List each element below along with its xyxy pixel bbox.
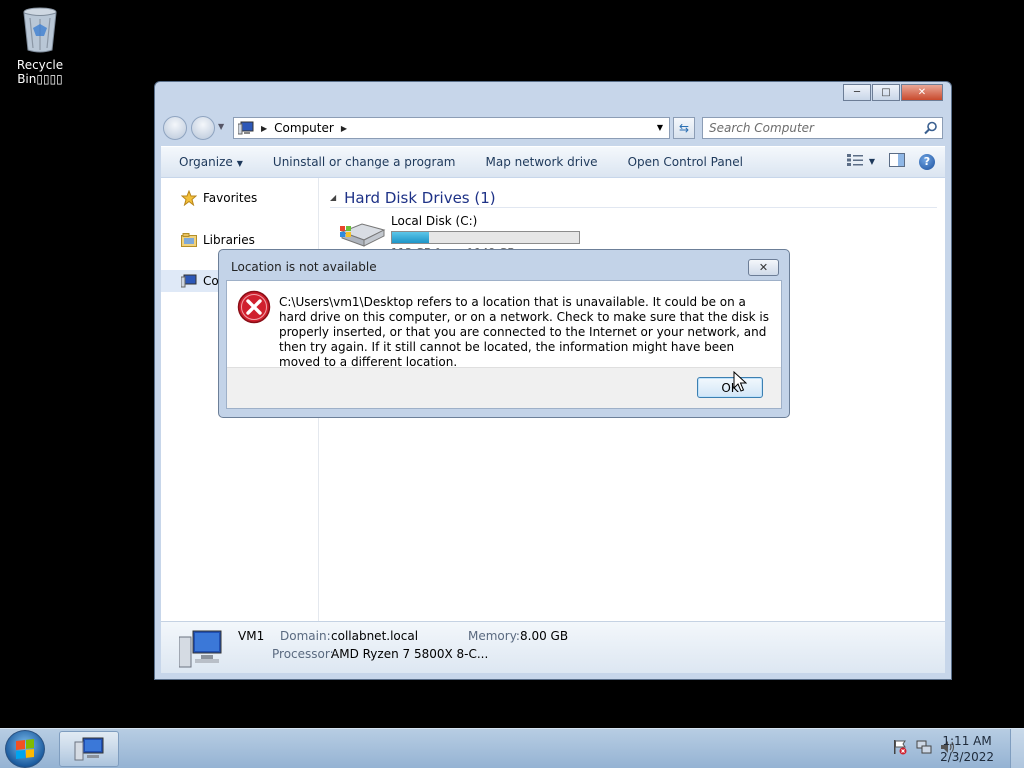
mouse-cursor-icon bbox=[733, 371, 747, 392]
nav-label-libraries: Libraries bbox=[203, 233, 255, 247]
dialog-message-area: C:\Users\vm1\Desktop refers to a locatio… bbox=[227, 281, 781, 369]
drive-local-disk-c[interactable]: Local Disk (C:) 113 GB free of 149 GB bbox=[338, 214, 580, 259]
maximize-icon: □ bbox=[881, 87, 891, 98]
location-not-available-dialog: Location is not available ✕ C:\Users\vm1… bbox=[218, 249, 790, 418]
computer-icon bbox=[74, 737, 104, 761]
command-bar: Organize ▼ Uninstall or change a program … bbox=[161, 146, 945, 177]
group-header-label: Hard Disk Drives (1) bbox=[344, 188, 496, 207]
hard-drive-icon bbox=[340, 223, 386, 247]
close-icon: ✕ bbox=[917, 87, 927, 98]
minimize-icon: ─ bbox=[853, 87, 861, 98]
taskbar-explorer-button[interactable] bbox=[59, 731, 119, 767]
breadcrumb-arrow-icon[interactable]: ▶ bbox=[261, 124, 267, 133]
recycle-bin-label-line1: Recycle bbox=[16, 58, 64, 72]
recycle-bin-icon bbox=[23, 7, 57, 53]
memory-label: Memory: bbox=[468, 629, 520, 643]
nav-label-favorites: Favorites bbox=[203, 191, 258, 205]
chevron-down-icon: ▼ bbox=[236, 159, 243, 168]
drive-usage-bar bbox=[391, 231, 580, 244]
close-button[interactable]: ✕ bbox=[901, 84, 943, 101]
domain-value: collabnet.local bbox=[331, 629, 419, 643]
domain-label: Domain: bbox=[280, 629, 331, 643]
clock-time: 1:11 AM bbox=[942, 734, 992, 748]
address-bar[interactable]: ▶ Computer ▶ ▼ bbox=[233, 117, 670, 139]
network-icon[interactable] bbox=[916, 739, 932, 755]
preview-pane-icon bbox=[889, 153, 905, 167]
computer-icon bbox=[238, 121, 254, 135]
drive-usage-fill bbox=[392, 232, 430, 243]
dialog-close-button[interactable]: ✕ bbox=[748, 259, 779, 276]
clock-date: 2/3/2022 bbox=[940, 750, 994, 764]
group-header-hard-disk-drives[interactable]: ◢ Hard Disk Drives (1) bbox=[330, 188, 937, 208]
search-input[interactable] bbox=[709, 121, 909, 135]
nav-item-favorites[interactable]: Favorites bbox=[161, 187, 319, 209]
window-caption: ─ □ ✕ bbox=[155, 82, 951, 112]
star-icon bbox=[181, 190, 197, 206]
refresh-icon: ⇆ bbox=[678, 121, 690, 135]
computer-name: VM1 bbox=[238, 629, 265, 643]
collapse-triangle-icon[interactable]: ◢ bbox=[330, 193, 336, 202]
address-dropdown-icon[interactable]: ▼ bbox=[657, 123, 663, 132]
organize-menu[interactable]: Organize ▼ bbox=[179, 155, 243, 169]
recycle-bin-desktop-icon[interactable]: Recycle Bin▯▯▯▯ bbox=[10, 6, 70, 86]
action-center-flag-icon[interactable] bbox=[892, 739, 908, 755]
recent-pages-dropdown[interactable]: ▼ bbox=[218, 122, 224, 131]
taskbar: 1:11 AM 2/3/2022 bbox=[0, 728, 1024, 768]
processor-label: Processor: bbox=[272, 647, 334, 661]
back-button[interactable] bbox=[163, 116, 187, 140]
windows-logo-icon bbox=[16, 739, 34, 759]
ok-button[interactable]: OK bbox=[697, 377, 763, 398]
forward-button[interactable] bbox=[191, 116, 215, 140]
refresh-button[interactable]: ⇆ bbox=[673, 117, 695, 139]
search-box[interactable] bbox=[702, 117, 943, 139]
recycle-bin-label-line2: Bin▯▯▯▯ bbox=[17, 72, 63, 86]
open-control-panel-button[interactable]: Open Control Panel bbox=[628, 155, 743, 169]
error-icon bbox=[237, 290, 271, 324]
search-icon[interactable] bbox=[924, 121, 938, 135]
organize-label: Organize bbox=[179, 155, 233, 169]
view-options-chevron-down-icon[interactable]: ▼ bbox=[869, 157, 875, 166]
nav-item-libraries[interactable]: Libraries bbox=[161, 229, 319, 251]
address-row: ▼ ▶ Computer ▶ ▼ ⇆ bbox=[161, 115, 945, 141]
close-icon: ✕ bbox=[758, 261, 769, 274]
computer-icon bbox=[181, 274, 197, 288]
start-button[interactable] bbox=[5, 730, 45, 768]
breadcrumb-arrow-icon[interactable]: ▶ bbox=[341, 124, 347, 133]
libraries-icon bbox=[181, 233, 197, 247]
dialog-button-area: OK bbox=[227, 367, 781, 408]
preview-pane-button[interactable] bbox=[889, 153, 905, 170]
change-view-button[interactable] bbox=[846, 154, 863, 169]
map-network-drive-button[interactable]: Map network drive bbox=[486, 155, 598, 169]
breadcrumb-computer[interactable]: Computer bbox=[274, 121, 334, 135]
dialog-body: C:\Users\vm1\Desktop refers to a locatio… bbox=[226, 280, 782, 409]
drive-name: Local Disk (C:) bbox=[391, 214, 478, 228]
view-icon bbox=[846, 154, 863, 166]
show-desktop-button[interactable] bbox=[1010, 729, 1024, 768]
memory-value: 8.00 GB bbox=[520, 629, 569, 643]
help-icon[interactable]: ? bbox=[919, 153, 935, 170]
uninstall-program-button[interactable]: Uninstall or change a program bbox=[273, 155, 456, 169]
maximize-button[interactable]: □ bbox=[872, 84, 900, 101]
nav-label-computer: Co bbox=[203, 274, 219, 288]
minimize-button[interactable]: ─ bbox=[843, 84, 871, 101]
clock[interactable]: 1:11 AM 2/3/2022 bbox=[940, 733, 994, 765]
details-pane: VM1 Domain: collabnet.local Memory: 8.00… bbox=[161, 621, 945, 673]
processor-value: AMD Ryzen 7 5800X 8-C... bbox=[331, 647, 489, 661]
computer-icon bbox=[179, 630, 222, 668]
dialog-message: C:\Users\vm1\Desktop refers to a locatio… bbox=[279, 295, 769, 369]
dialog-title: Location is not available bbox=[231, 260, 377, 274]
